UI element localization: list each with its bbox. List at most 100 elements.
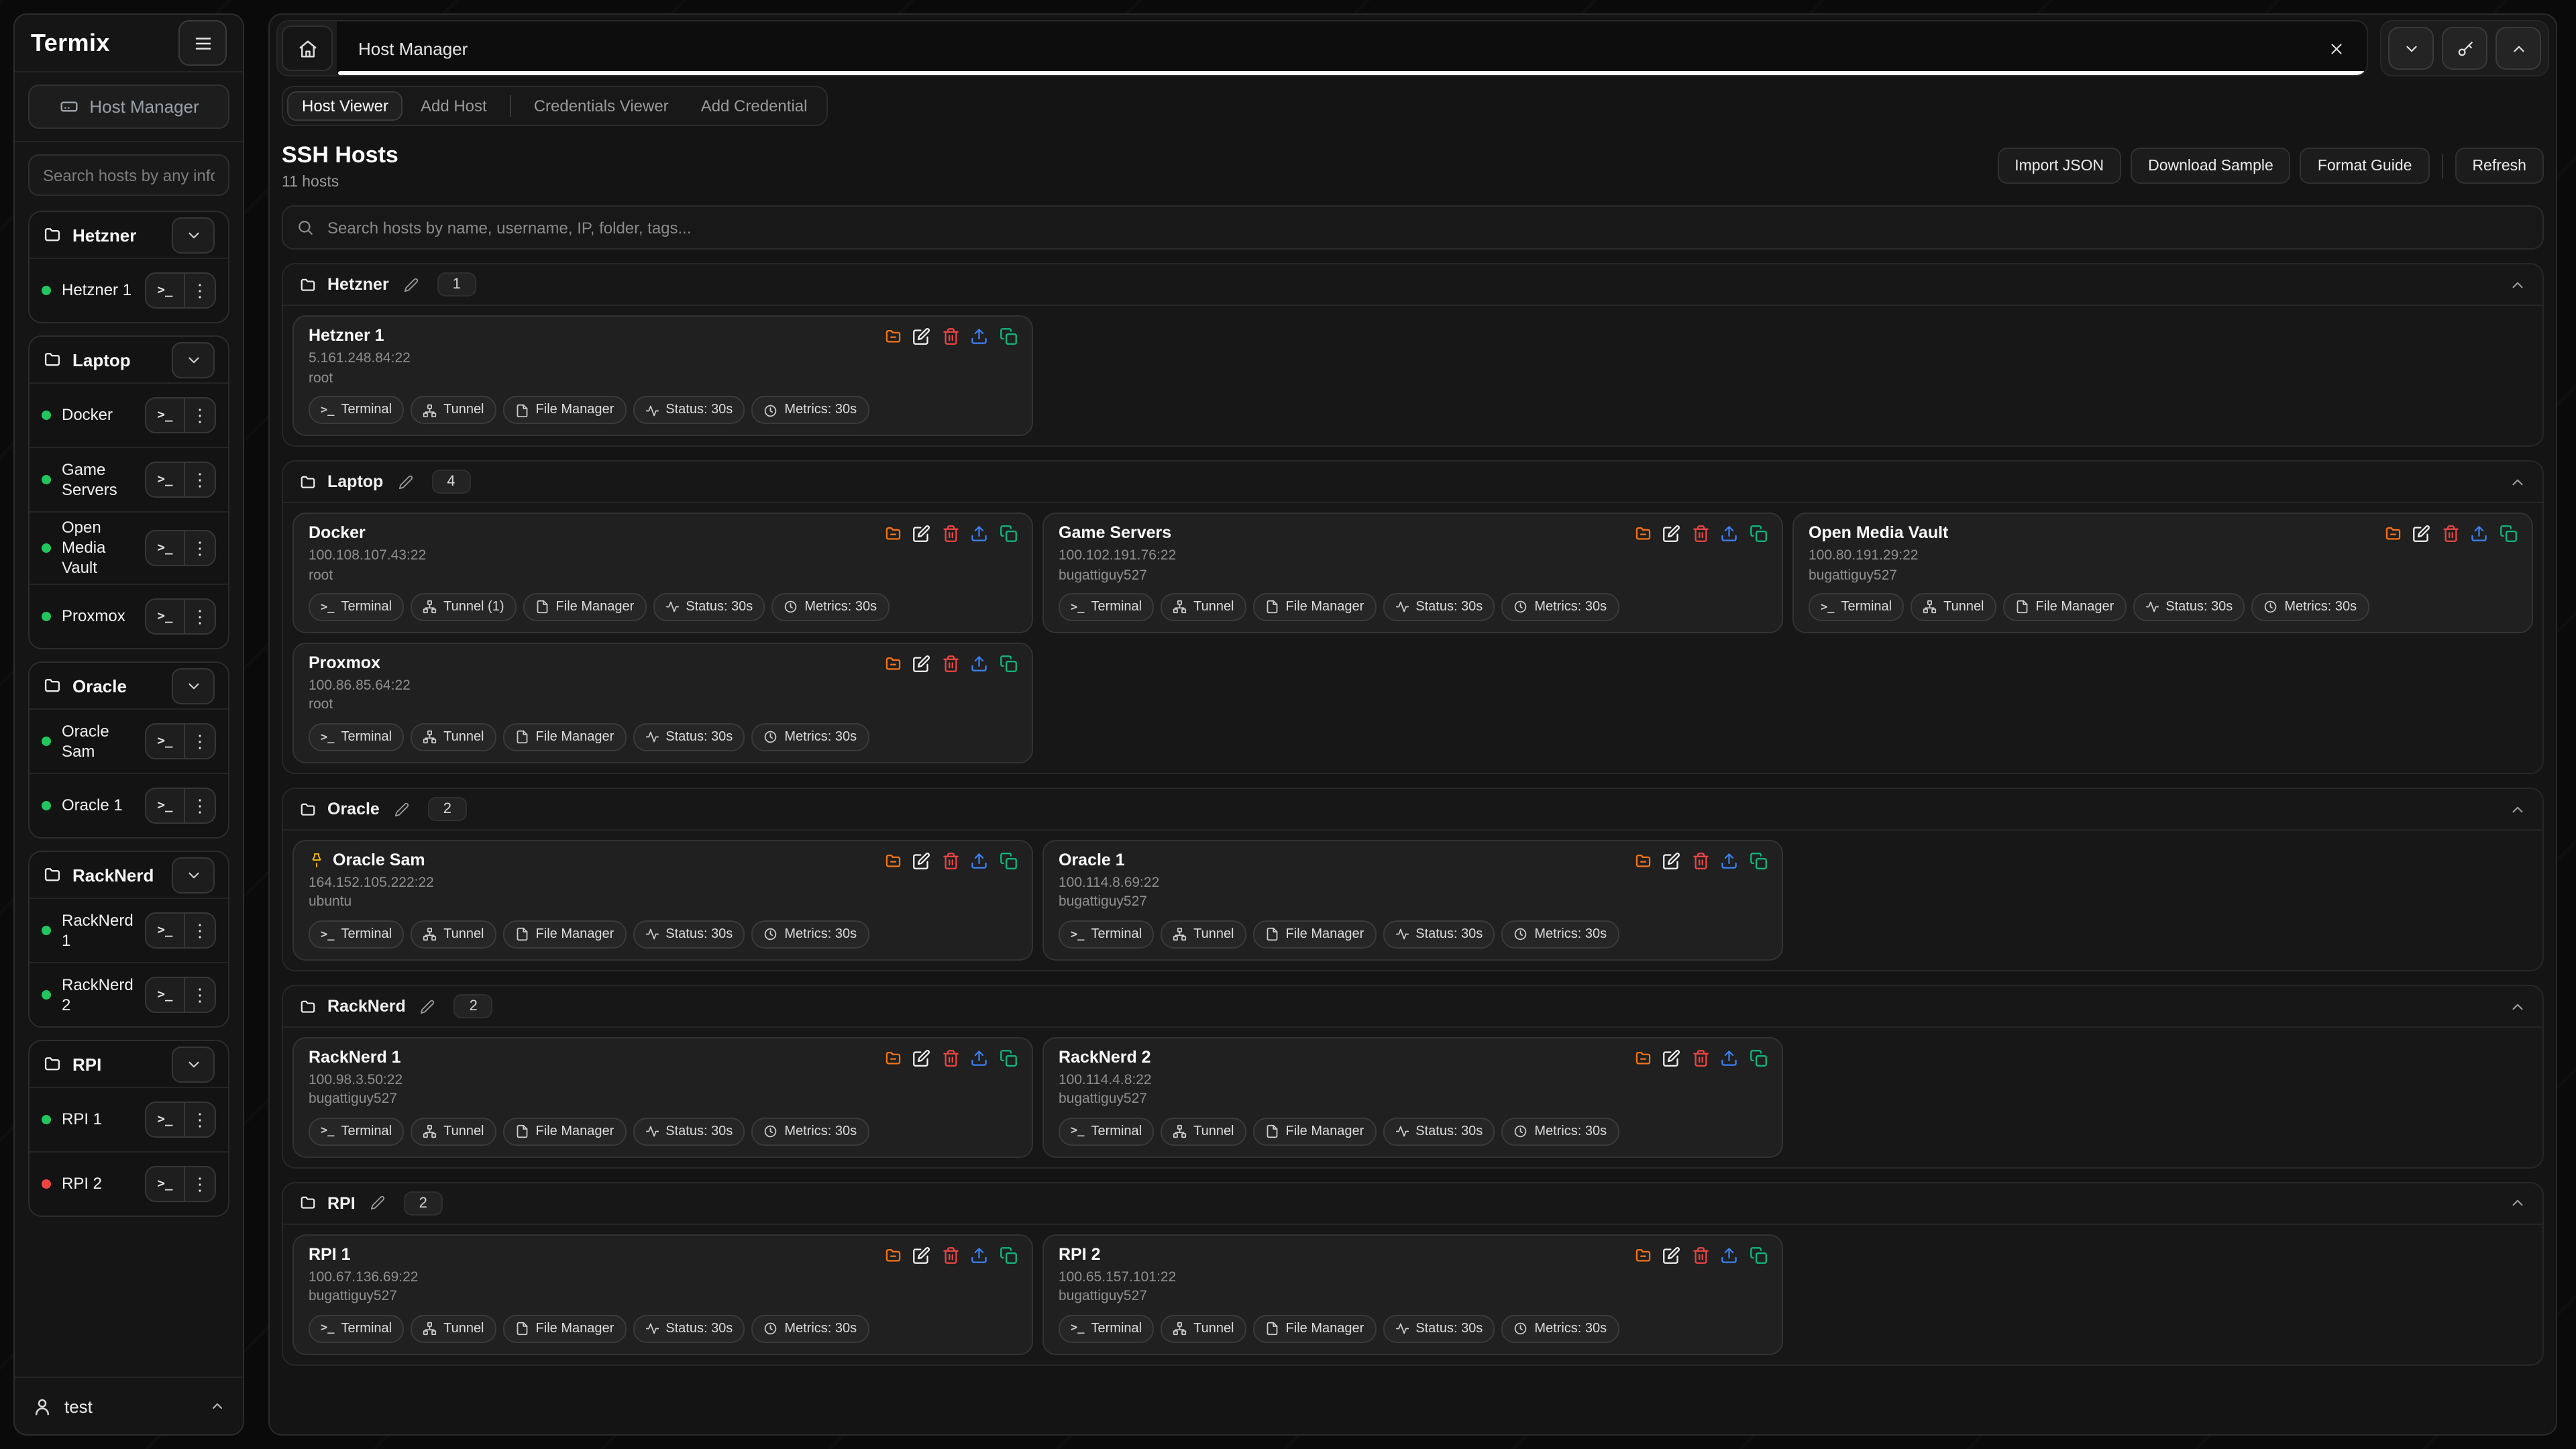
terminal-button[interactable]: >_ — [146, 978, 185, 1012]
trash-icon[interactable] — [941, 328, 959, 346]
copy-icon[interactable] — [1749, 852, 1767, 870]
home-button[interactable] — [282, 25, 333, 71]
trash-icon[interactable] — [941, 1246, 959, 1265]
host-menu-button[interactable]: ⋮ — [185, 1167, 215, 1201]
edit-icon[interactable] — [912, 525, 930, 543]
sidebar-host-item[interactable]: Docker >_ ⋮ — [30, 382, 228, 447]
terminal-button[interactable]: >_ — [146, 724, 185, 758]
host-menu-button[interactable]: ⋮ — [185, 463, 215, 496]
chip-file[interactable]: File Manager — [2003, 593, 2127, 621]
chip-terminal[interactable]: >_ Terminal — [1059, 593, 1154, 621]
edit-icon[interactable] — [912, 1049, 930, 1067]
folder-minus-icon[interactable] — [1633, 1049, 1652, 1067]
host-menu-button[interactable]: ⋮ — [185, 531, 215, 565]
chip-terminal[interactable]: >_ Terminal — [309, 593, 404, 621]
sidebar-host-item[interactable]: Proxmox >_ ⋮ — [30, 584, 228, 648]
chip-file[interactable]: File Manager — [503, 920, 627, 949]
trash-icon[interactable] — [1691, 1246, 1709, 1265]
terminal-button[interactable]: >_ — [146, 398, 185, 432]
chip-activity[interactable]: Status: 30s — [633, 723, 745, 751]
copy-icon[interactable] — [999, 852, 1017, 870]
section-collapse-icon[interactable] — [2509, 276, 2526, 294]
host-menu-button[interactable]: ⋮ — [185, 789, 215, 822]
chip-activity[interactable]: Status: 30s — [1383, 1118, 1495, 1146]
folder-minus-icon[interactable] — [883, 655, 902, 673]
upload-icon[interactable] — [970, 328, 988, 346]
copy-icon[interactable] — [999, 328, 1017, 346]
section-collapse-icon[interactable] — [2509, 474, 2526, 491]
sidebar-host-item[interactable]: RackNerd 1 >_ ⋮ — [30, 898, 228, 962]
upload-icon[interactable] — [2470, 525, 2488, 543]
tab-host-manager[interactable]: Host Manager — [337, 21, 2367, 75]
chip-file[interactable]: File Manager — [503, 396, 627, 425]
sidebar-host-item[interactable]: Open Media Vault >_ ⋮ — [30, 511, 228, 584]
rename-folder-icon[interactable] — [394, 802, 409, 816]
chip-file[interactable]: File Manager — [503, 1118, 627, 1146]
edit-icon[interactable] — [1662, 1049, 1680, 1067]
copy-icon[interactable] — [1749, 1049, 1767, 1067]
chip-terminal[interactable]: >_ Terminal — [1059, 1118, 1154, 1146]
chip-terminal[interactable]: >_ Terminal — [309, 396, 404, 425]
download-sample-button[interactable]: Download Sample — [2131, 148, 2291, 184]
terminal-button[interactable]: >_ — [146, 600, 185, 633]
host-manager-nav-button[interactable]: Host Manager — [28, 85, 229, 129]
upload-icon[interactable] — [970, 1049, 988, 1067]
trash-icon[interactable] — [1691, 852, 1709, 870]
credentials-key-button[interactable] — [2442, 27, 2487, 70]
trash-icon[interactable] — [1691, 525, 1709, 543]
edit-icon[interactable] — [2412, 525, 2430, 543]
folder-minus-icon[interactable] — [1633, 1246, 1652, 1265]
chip-terminal[interactable]: >_ Terminal — [1809, 593, 1904, 621]
chip-activity[interactable]: Status: 30s — [653, 593, 765, 621]
trash-icon[interactable] — [941, 852, 959, 870]
tab-host-viewer[interactable]: Host Viewer — [287, 91, 403, 121]
chip-activity[interactable]: Status: 30s — [2133, 593, 2245, 621]
chip-tunnel[interactable]: Tunnel — [411, 1315, 496, 1343]
refresh-button[interactable]: Refresh — [2455, 148, 2544, 184]
sidebar-host-item[interactable]: Oracle Sam >_ ⋮ — [30, 708, 228, 773]
trash-icon[interactable] — [941, 525, 959, 543]
chip-activity[interactable]: Status: 30s — [633, 920, 745, 949]
chip-tunnel[interactable]: Tunnel — [411, 1118, 496, 1146]
chip-tunnel[interactable]: Tunnel (1) — [411, 593, 516, 621]
chip-clock[interactable]: Metrics: 30s — [751, 1118, 869, 1146]
upload-icon[interactable] — [970, 852, 988, 870]
edit-icon[interactable] — [912, 655, 930, 673]
chip-file[interactable]: File Manager — [1253, 1118, 1377, 1146]
trash-icon[interactable] — [941, 1049, 959, 1067]
section-collapse-icon[interactable] — [2509, 800, 2526, 818]
copy-icon[interactable] — [999, 1246, 1017, 1265]
copy-icon[interactable] — [2499, 525, 2517, 543]
chip-terminal[interactable]: >_ Terminal — [309, 1315, 404, 1343]
upload-icon[interactable] — [1720, 852, 1738, 870]
chip-file[interactable]: File Manager — [503, 723, 627, 751]
host-menu-button[interactable]: ⋮ — [185, 914, 215, 947]
chip-activity[interactable]: Status: 30s — [1383, 920, 1495, 949]
folder-minus-icon[interactable] — [883, 328, 902, 346]
chip-clock[interactable]: Metrics: 30s — [751, 723, 869, 751]
folder-minus-icon[interactable] — [2383, 525, 2402, 543]
edit-icon[interactable] — [912, 1246, 930, 1265]
host-menu-button[interactable]: ⋮ — [185, 274, 215, 307]
chip-tunnel[interactable]: Tunnel — [411, 396, 496, 425]
chip-terminal[interactable]: >_ Terminal — [1059, 920, 1154, 949]
copy-icon[interactable] — [999, 1049, 1017, 1067]
chip-file[interactable]: File Manager — [1253, 1315, 1377, 1343]
sidebar-host-item[interactable]: Game Servers >_ ⋮ — [30, 447, 228, 511]
folder-minus-icon[interactable] — [883, 1049, 902, 1067]
chip-file[interactable]: File Manager — [523, 593, 647, 621]
chip-file[interactable]: File Manager — [503, 1315, 627, 1343]
chip-activity[interactable]: Status: 30s — [633, 1118, 745, 1146]
panel-up-button[interactable] — [2496, 27, 2541, 70]
folder-collapse-button[interactable] — [172, 667, 215, 704]
chip-clock[interactable]: Metrics: 30s — [1501, 593, 1619, 621]
folder-minus-icon[interactable] — [883, 1246, 902, 1265]
terminal-button[interactable]: >_ — [146, 463, 185, 496]
host-menu-button[interactable]: ⋮ — [185, 600, 215, 633]
terminal-button[interactable]: >_ — [146, 1167, 185, 1201]
upload-icon[interactable] — [1720, 525, 1738, 543]
terminal-button[interactable]: >_ — [146, 789, 185, 822]
chip-terminal[interactable]: >_ Terminal — [309, 723, 404, 751]
folder-collapse-button[interactable] — [172, 217, 215, 253]
host-menu-button[interactable]: ⋮ — [185, 978, 215, 1012]
